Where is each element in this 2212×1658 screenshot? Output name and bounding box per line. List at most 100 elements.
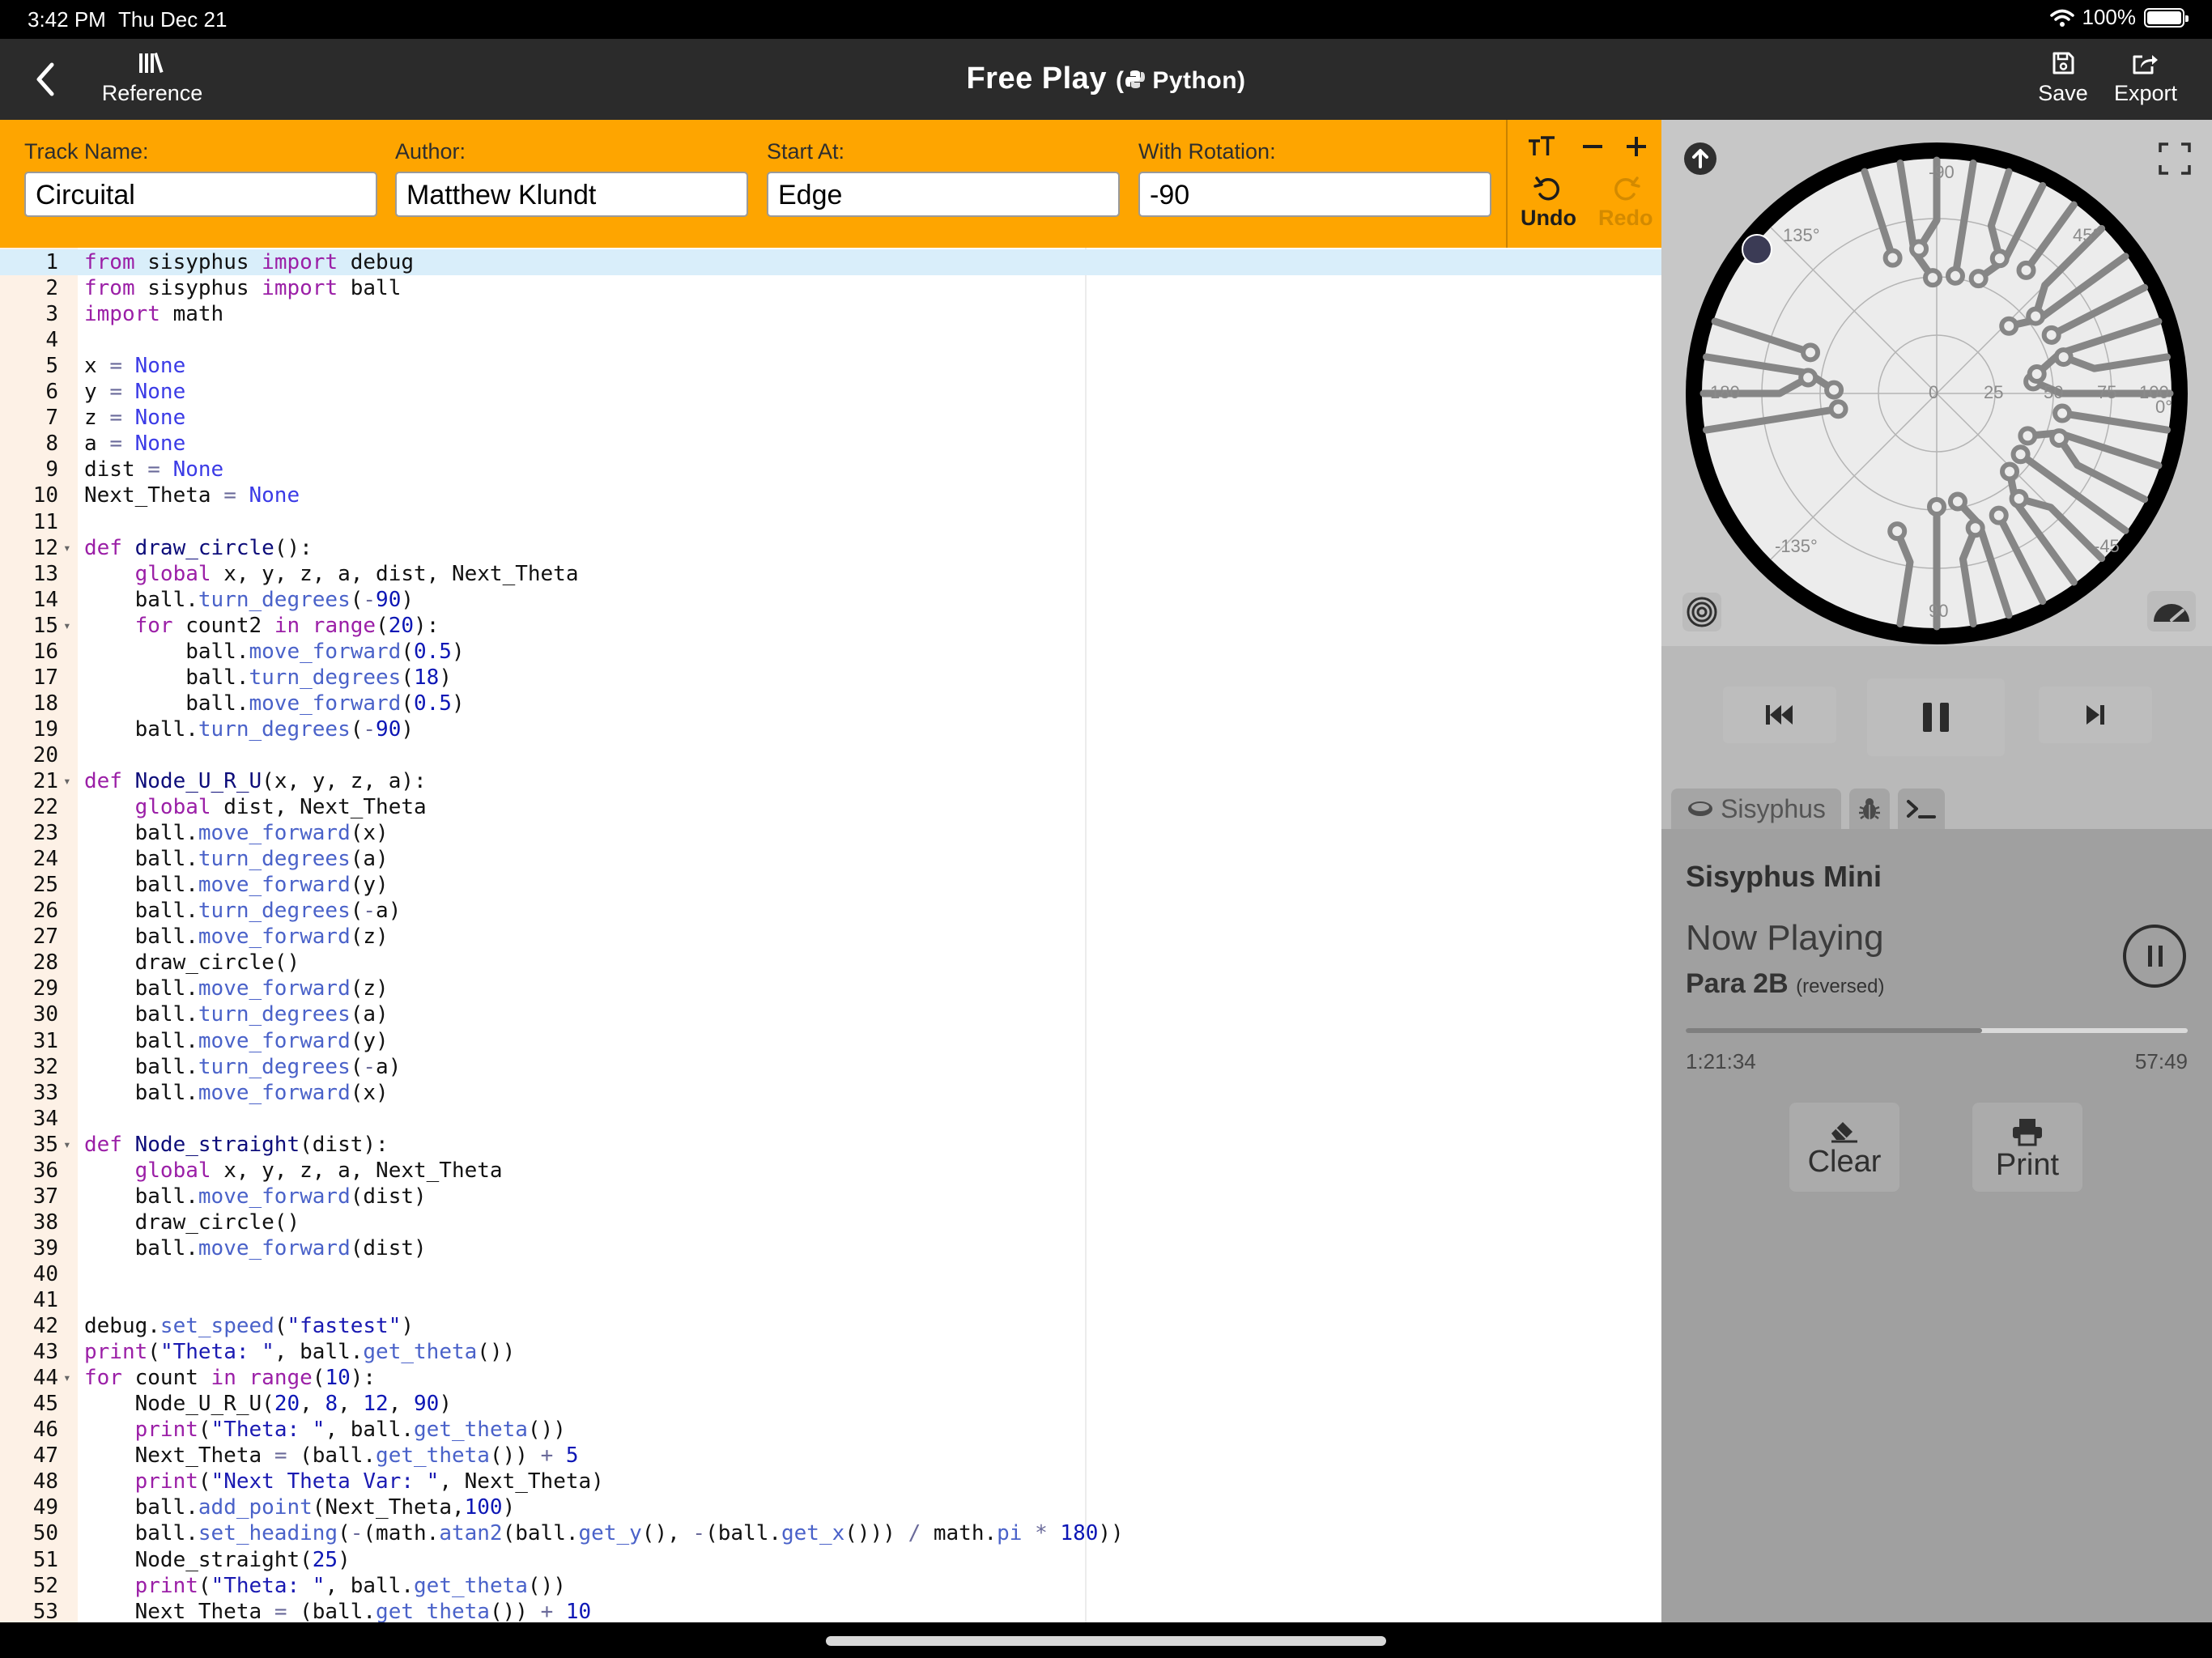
circuit-node [2027, 363, 2047, 384]
next-button[interactable] [2039, 687, 2152, 743]
code-line[interactable]: 18 ball.move_forward(0.5) [0, 691, 1661, 716]
code-line[interactable]: 1 from sisyphus import debug [0, 249, 1661, 275]
code-line[interactable]: 15 ▾ for count2 in range(20): [0, 613, 1661, 639]
code-line[interactable]: 44 ▾ for count in range(10): [0, 1365, 1661, 1391]
code-line[interactable]: 14 ball.turn_degrees(-90) [0, 587, 1661, 613]
code-line[interactable]: 26 ball.turn_degrees(-a) [0, 898, 1661, 924]
code-text: from sisyphus import ball [84, 276, 402, 301]
font-decrease-icon[interactable] [1580, 134, 1605, 159]
clear-button[interactable]: Clear [1789, 1103, 1899, 1192]
code-line[interactable]: 29 ball.move_forward(z) [0, 976, 1661, 1001]
code-line[interactable]: 21 ▾ def Node_U_R_U(x, y, z, a): [0, 768, 1661, 794]
previous-button[interactable] [1723, 687, 1836, 743]
code-line[interactable]: 39 ball.move_forward(dist) [0, 1235, 1661, 1261]
code-line[interactable]: 50 ball.set_heading(-(math.atan2(ball.ge… [0, 1520, 1661, 1546]
code-line[interactable]: 47 Next_Theta = (ball.get_theta()) + 5 [0, 1443, 1661, 1469]
code-line[interactable]: 23 ball.move_forward(x) [0, 820, 1661, 846]
code-editor[interactable]: 1 from sisyphus import debug 2 from sisyphu… [0, 248, 1661, 1622]
code-text: ball.turn_degrees(-a) [84, 1054, 402, 1079]
line-number: 48 [32, 1469, 58, 1494]
code-line[interactable]: 17 ball.turn_degrees(18) [0, 665, 1661, 691]
code-line[interactable]: 53 Next_Theta = (ball.get_theta()) + 10 [0, 1599, 1661, 1622]
code-line[interactable]: 45 Node_U_R_U(20, 8, 12, 90) [0, 1391, 1661, 1417]
code-text: ball.move_forward(dist) [84, 1235, 427, 1261]
code-line[interactable]: 32 ball.turn_degrees(-a) [0, 1054, 1661, 1080]
code-line[interactable]: 40 [0, 1261, 1661, 1287]
export-label: Export [2113, 81, 2178, 105]
fold-arrow-icon[interactable]: ▾ [63, 1132, 71, 1158]
code-line[interactable]: 52 print("Theta: ", ball.get_theta()) [0, 1573, 1661, 1599]
code-line[interactable]: 6 y = None [0, 379, 1661, 405]
fold-arrow-icon[interactable]: ▾ [63, 768, 71, 794]
code-line[interactable]: 51 Node_straight(25) [0, 1547, 1661, 1573]
code-line[interactable]: 38 draw_circle() [0, 1209, 1661, 1235]
now-playing-pause-button[interactable] [2123, 925, 2186, 988]
code-line[interactable]: 25 ball.move_forward(y) [0, 872, 1661, 898]
pause-button[interactable] [1867, 678, 2005, 756]
line-number: 42 [32, 1314, 58, 1339]
progress-bar[interactable] [1686, 1028, 2188, 1033]
code-line[interactable]: 43 print("Theta: ", ball.get_theta()) [0, 1339, 1661, 1365]
code-line[interactable]: 28 draw_circle() [0, 950, 1661, 976]
line-number: 11 [32, 509, 58, 534]
code-line[interactable]: 4 [0, 327, 1661, 353]
fold-arrow-icon[interactable]: ▾ [63, 535, 71, 561]
code-line[interactable]: 34 [0, 1106, 1661, 1132]
code-line[interactable]: 9 dist = None [0, 457, 1661, 483]
code-line[interactable]: 48 print("Next Theta Var: ", Next_Theta) [0, 1469, 1661, 1494]
code-line[interactable]: 12 ▾ def draw_circle(): [0, 535, 1661, 561]
code-line[interactable]: 35 ▾ def Node_straight(dist): [0, 1132, 1661, 1158]
line-number: 43 [32, 1340, 58, 1365]
code-line[interactable]: 30 ball.turn_degrees(a) [0, 1001, 1661, 1027]
circuit-node [2016, 260, 2036, 280]
code-line[interactable]: 31 ball.move_forward(y) [0, 1028, 1661, 1054]
code-line[interactable]: 33 ball.move_forward(x) [0, 1080, 1661, 1106]
text-size-icon[interactable] [1527, 134, 1556, 160]
code-text: ball.move_forward(x) [84, 821, 389, 846]
sand-table-preview: -90135° 45°180 0 25 50 75 1000°-135° -4590 [1686, 142, 2188, 644]
author-input[interactable]: Matthew Klundt [395, 172, 748, 217]
code-line[interactable]: 13 global x, y, z, a, dist, Next_Theta [0, 561, 1661, 587]
code-line[interactable]: 7 z = None [0, 405, 1661, 431]
code-line[interactable]: 22 global dist, Next_Theta [0, 794, 1661, 820]
code-line[interactable]: 42 debug.set_speed("fastest") [0, 1313, 1661, 1339]
code-line[interactable]: 46 print("Theta: ", ball.get_theta()) [0, 1417, 1661, 1443]
code-line[interactable]: 49 ball.add_point(Next_Theta,100) [0, 1494, 1661, 1520]
tab-sisyphus[interactable]: Sisyphus [1671, 789, 1841, 829]
code-line[interactable]: 3 import math [0, 301, 1661, 327]
circuit-node [1965, 518, 1985, 538]
code-line[interactable]: 19 ball.turn_degrees(-90) [0, 716, 1661, 742]
track-meta-bar: Track Name: Circuital Author: Matthew Kl… [0, 120, 1661, 248]
code-line[interactable]: 10 Next_Theta = None [0, 483, 1661, 508]
code-line[interactable]: 16 ball.move_forward(0.5) [0, 639, 1661, 665]
undo-icon[interactable] [1534, 175, 1563, 204]
fold-arrow-icon[interactable]: ▾ [63, 1365, 71, 1391]
code-line[interactable]: 11 [0, 509, 1661, 535]
start-at-label: Start At: [767, 139, 845, 164]
code-line[interactable]: 24 ball.turn_degrees(a) [0, 846, 1661, 872]
line-number: 50 [32, 1521, 58, 1546]
code-line[interactable]: 5 x = None [0, 353, 1661, 379]
code-line[interactable]: 8 a = None [0, 431, 1661, 457]
fold-arrow-icon[interactable]: ▾ [63, 613, 71, 639]
code-line[interactable]: 41 [0, 1287, 1661, 1313]
font-increase-icon[interactable] [1624, 134, 1648, 159]
rotation-input[interactable]: -90 [1138, 172, 1491, 217]
code-line[interactable]: 36 global x, y, z, a, Next_Theta [0, 1158, 1661, 1184]
code-line[interactable]: 37 ball.move_forward(dist) [0, 1184, 1661, 1209]
print-button[interactable]: Print [1972, 1103, 2082, 1192]
tab-debug[interactable] [1849, 789, 1890, 829]
export-button[interactable]: Export [2105, 50, 2186, 106]
redo-icon[interactable] [1611, 175, 1640, 204]
skip-forward-icon [2087, 705, 2104, 725]
code-line[interactable]: 2 from sisyphus import ball [0, 275, 1661, 301]
track-name-input[interactable]: Circuital [24, 172, 377, 217]
code-line[interactable]: 20 [0, 742, 1661, 768]
tab-console[interactable] [1898, 789, 1945, 829]
start-at-select[interactable]: Edge [767, 172, 1120, 217]
line-number: 18 [32, 691, 58, 716]
undo-label[interactable]: Undo [1521, 206, 1576, 231]
code-line[interactable]: 27 ball.move_forward(z) [0, 924, 1661, 950]
line-number: 45 [32, 1392, 58, 1417]
save-button[interactable]: Save [2027, 50, 2099, 106]
